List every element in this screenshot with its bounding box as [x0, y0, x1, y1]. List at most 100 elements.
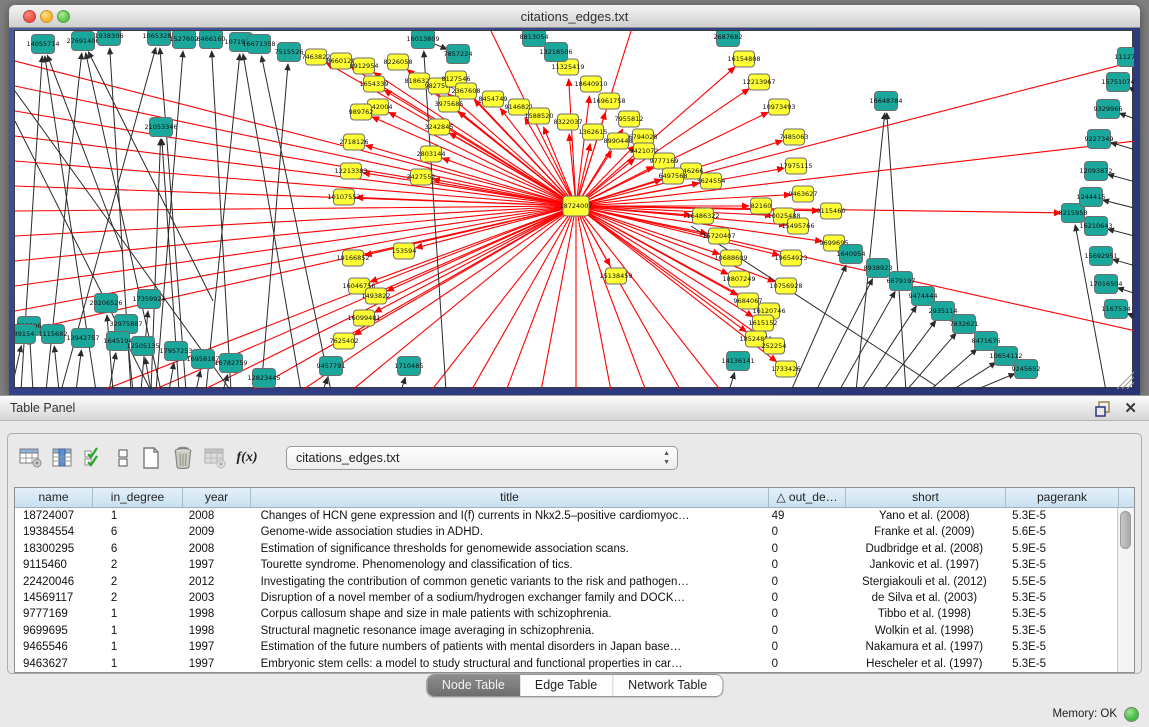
column-header-short[interactable]: short — [846, 488, 1006, 507]
graph-node[interactable]: 8938923 — [864, 259, 893, 278]
graph-node[interactable]: 7515526 — [275, 43, 304, 62]
graph-node[interactable]: 8813054 — [520, 31, 549, 47]
graph-edge[interactable] — [30, 338, 33, 389]
graph-node[interactable]: 16013809 — [406, 31, 439, 49]
graph-node[interactable]: 16782759 — [214, 354, 247, 373]
graph-node[interactable]: 9329966 — [1094, 100, 1123, 119]
graph-node[interactable]: 15751074 — [1101, 73, 1134, 92]
graph-node[interactable]: 16486322 — [686, 208, 719, 224]
graph-edge[interactable] — [576, 206, 611, 389]
graph-edge[interactable] — [196, 371, 200, 389]
graph-node[interactable]: 16961758 — [592, 93, 625, 109]
graph-node[interactable]: 1640954 — [837, 245, 866, 264]
memory-status-indicator[interactable] — [1124, 707, 1139, 722]
graph-edge[interactable] — [1119, 113, 1134, 123]
graph-node[interactable]: 13942757 — [66, 329, 99, 348]
graph-node[interactable]: 6679197 — [887, 272, 916, 291]
graph-node[interactable]: 3975685 — [435, 96, 464, 112]
graph-node[interactable]: 1588520 — [525, 108, 554, 124]
column-header-title[interactable]: title — [251, 488, 769, 507]
tab-network-table[interactable]: Network Table — [612, 675, 722, 696]
graph-edge[interactable] — [1108, 229, 1134, 239]
graph-edge[interactable] — [906, 333, 956, 389]
column-header-pagerank[interactable]: pagerank — [1006, 488, 1119, 507]
graph-node[interactable]: 7955812 — [615, 111, 644, 127]
graph-edge[interactable] — [212, 51, 231, 389]
graph-node[interactable]: 8226058 — [384, 54, 413, 70]
graph-edge[interactable] — [15, 346, 21, 389]
graph-edge[interactable] — [54, 346, 59, 389]
table-row[interactable]: 1456911722003Disruption of a novel membe… — [15, 590, 1117, 606]
network-canvas[interactable]: 1872400782260588186328982750881275462367… — [15, 31, 1134, 389]
graph-node[interactable]: 7485063 — [780, 129, 809, 145]
scrollbar-thumb[interactable] — [1120, 511, 1131, 549]
graph-node[interactable]: 1654339 — [360, 76, 389, 92]
graph-edge[interactable] — [76, 350, 81, 389]
tab-node-table[interactable]: Node Table — [427, 675, 520, 696]
graph-node[interactable]: 8912954 — [350, 58, 379, 74]
column-header-name[interactable]: name — [15, 488, 93, 507]
graph-edge[interactable] — [541, 206, 576, 389]
table-row[interactable]: 977716911998Corpus callosum shape and si… — [15, 606, 1117, 622]
column-header-out-degree[interactable]: △ out_de… — [769, 488, 846, 507]
graph-edge[interactable] — [223, 375, 228, 389]
graph-node[interactable]: 16648784 — [869, 92, 902, 111]
graph-node[interactable]: 9463627 — [789, 186, 818, 202]
graph-node[interactable]: 2718126 — [340, 134, 369, 150]
graph-node[interactable]: 13218506 — [539, 43, 572, 62]
select-rows-icon[interactable] — [82, 446, 108, 470]
graph-node[interactable]: 1710485 — [395, 357, 424, 376]
graph-node[interactable]: 1167534 — [1102, 300, 1131, 319]
graph-edge[interactable] — [729, 372, 735, 389]
graph-node[interactable]: 153594 — [392, 243, 417, 259]
graph-node[interactable]: 12505135 — [126, 337, 159, 356]
graph-node[interactable]: 9457791 — [317, 357, 346, 376]
graph-node[interactable]: 8454749 — [479, 91, 508, 107]
graph-node[interactable]: 15692951 — [1084, 247, 1117, 266]
new-document-icon[interactable] — [138, 446, 164, 470]
table-settings-icon[interactable] — [18, 446, 44, 470]
graph-node[interactable]: 17975115 — [779, 158, 812, 174]
graph-node[interactable]: 14136141 — [721, 352, 754, 371]
graph-node[interactable]: 15720407 — [702, 228, 735, 244]
graph-edge[interactable] — [1113, 259, 1134, 269]
table-row[interactable]: 911546021997Tourette syndrome. Phenomeno… — [15, 557, 1117, 573]
graph-edge[interactable] — [576, 61, 1134, 206]
graph-node[interactable]: 39154 — [15, 325, 36, 344]
column-header-year[interactable]: year — [183, 488, 251, 507]
graph-node[interactable]: 9777169 — [650, 153, 679, 169]
graph-node[interactable]: 9227349 — [1085, 130, 1114, 149]
graph-edge[interactable] — [1117, 288, 1134, 297]
graph-node[interactable]: 3624554 — [697, 173, 726, 189]
table-row[interactable]: 1872400712008Changes of HCN gene express… — [15, 508, 1117, 524]
graph-node[interactable]: 10688609 — [714, 250, 747, 266]
graph-edge[interactable] — [156, 51, 183, 389]
graph-node[interactable]: 7832621 — [950, 315, 979, 334]
graph-node[interactable]: 6497568 — [659, 168, 688, 184]
graph-edge[interactable] — [1108, 174, 1134, 185]
graph-node[interactable]: 1244415 — [1077, 188, 1106, 207]
graph-node[interactable]: 19166852 — [336, 250, 369, 266]
graph-node[interactable]: 9115460 — [817, 203, 846, 219]
graph-edge[interactable] — [261, 64, 288, 389]
graph-node[interactable]: 7625402 — [330, 333, 359, 349]
graph-node[interactable]: 16210643 — [1079, 217, 1112, 236]
graph-node[interactable]: 1112734 — [1115, 48, 1134, 67]
graph-node[interactable]: 20206526 — [89, 294, 122, 313]
graph-node[interactable]: 17359924 — [132, 290, 165, 309]
table-row[interactable]: 946554611997Estimation of the future num… — [15, 639, 1117, 655]
graph-node[interactable]: 9245652 — [1012, 360, 1041, 379]
graph-node[interactable]: 18724007 — [559, 196, 592, 216]
graph-node[interactable]: 3242845 — [425, 119, 454, 135]
graph-node[interactable]: 1115682 — [39, 325, 68, 344]
graph-edge[interactable] — [323, 377, 327, 389]
table-row[interactable]: 2242004622012Investigating the contribut… — [15, 574, 1117, 590]
graph-edge[interactable] — [861, 306, 916, 389]
graph-node[interactable]: 6466160 — [197, 31, 226, 49]
float-panel-icon[interactable] — [1095, 401, 1111, 417]
graph-node[interactable]: 1615152 — [749, 315, 778, 331]
graph-node[interactable]: 14055714 — [26, 35, 59, 54]
tab-edge-table[interactable]: Edge Table — [520, 675, 612, 696]
graph-node[interactable]: 12213967 — [742, 74, 775, 90]
graph-edge[interactable] — [973, 374, 1015, 389]
